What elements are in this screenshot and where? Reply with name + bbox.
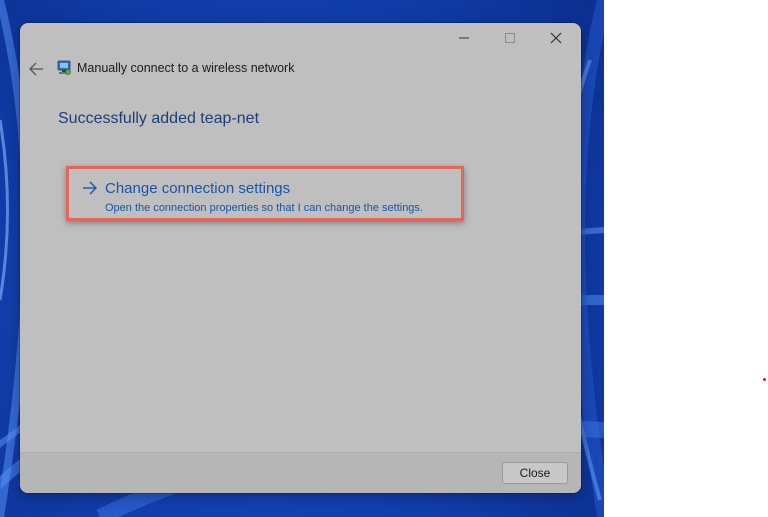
dialog-footer: Close [20, 452, 581, 493]
network-icon [57, 60, 71, 75]
back-button[interactable] [24, 57, 48, 81]
dialog-title: Manually connect to a wireless network [77, 61, 295, 75]
back-arrow-icon [29, 62, 43, 76]
right-arrow-icon [83, 181, 97, 195]
maximize-button[interactable] [487, 23, 533, 53]
close-icon [550, 32, 562, 44]
window-close-button[interactable] [533, 23, 579, 53]
minimize-button[interactable] [441, 23, 487, 53]
close-button[interactable]: Close [502, 462, 568, 484]
minimize-icon [459, 37, 469, 39]
title-bar [20, 23, 581, 55]
wireless-network-dialog: Manually connect to a wireless network S… [20, 23, 581, 493]
red-dot-marker [763, 378, 766, 381]
blank-area [604, 0, 768, 517]
option-description: Open the connection properties so that I… [105, 202, 423, 214]
screen: Manually connect to a wireless network S… [0, 0, 768, 517]
option-title: Change connection settings [105, 180, 291, 197]
navigation-bar: Manually connect to a wireless network [20, 55, 581, 83]
success-heading: Successfully added teap-net [58, 110, 260, 127]
change-connection-settings-link[interactable]: Change connection settings Open the conn… [66, 166, 464, 221]
maximize-icon [505, 33, 515, 43]
